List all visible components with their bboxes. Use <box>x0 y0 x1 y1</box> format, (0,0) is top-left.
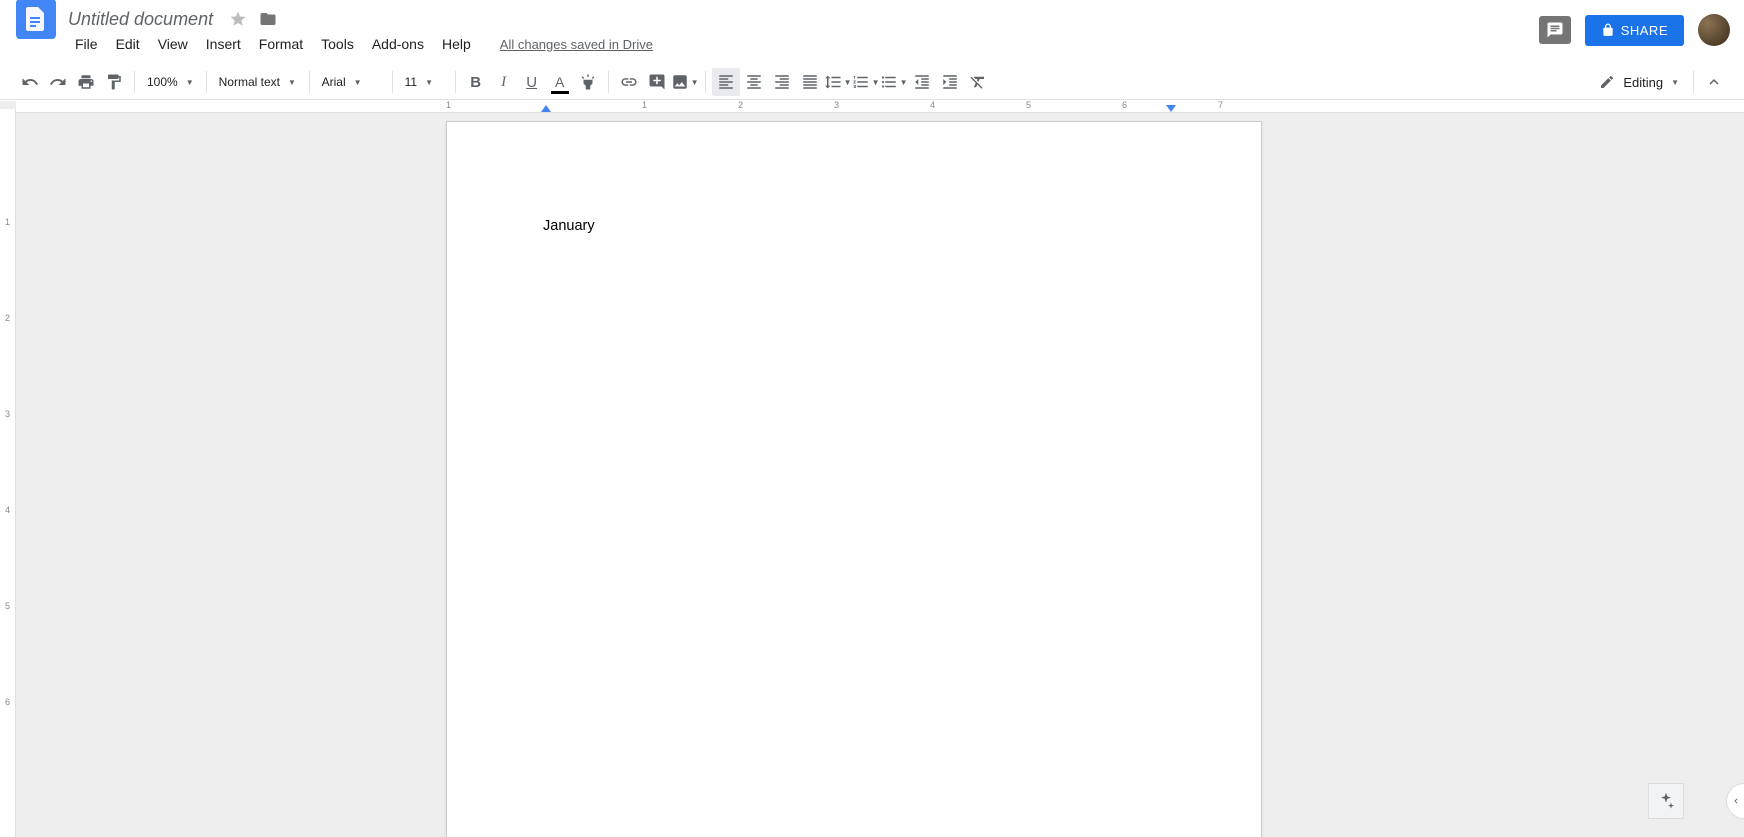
separator <box>309 71 310 93</box>
align-left-button[interactable] <box>712 68 740 96</box>
redo-button[interactable] <box>44 68 72 96</box>
line-spacing-button[interactable]: ▼ <box>824 68 852 96</box>
separator <box>1693 71 1694 93</box>
bulleted-list-button[interactable]: ▼ <box>880 68 908 96</box>
document-content[interactable]: January <box>447 122 1261 330</box>
chevron-down-icon: ▼ <box>872 78 880 87</box>
comment-button[interactable] <box>643 68 671 96</box>
undo-button[interactable] <box>16 68 44 96</box>
chevron-down-icon: ▼ <box>900 78 908 87</box>
ruler-left-indent-marker[interactable] <box>541 105 551 112</box>
separator <box>608 71 609 93</box>
menu-insert[interactable]: Insert <box>197 32 250 56</box>
folder-icon[interactable] <box>259 10 277 28</box>
chevron-down-icon: ▼ <box>288 78 296 87</box>
style-select[interactable]: Normal text▼ <box>213 75 303 89</box>
menu-format[interactable]: Format <box>250 32 312 56</box>
share-button[interactable]: SHARE <box>1585 15 1684 46</box>
menu-help[interactable]: Help <box>433 32 480 56</box>
lock-icon <box>1601 23 1615 37</box>
align-center-button[interactable] <box>740 68 768 96</box>
separator <box>392 71 393 93</box>
pencil-icon <box>1599 74 1615 90</box>
titlebar: Untitled document <box>0 0 1744 30</box>
clear-format-button[interactable] <box>964 68 992 96</box>
canvas-area: 1 1 2 3 4 5 6 7 1 2 3 4 5 6 January <box>0 101 1744 837</box>
separator <box>134 71 135 93</box>
chevron-down-icon: ▼ <box>354 78 362 87</box>
chevron-down-icon: ▼ <box>186 78 194 87</box>
link-button[interactable] <box>615 68 643 96</box>
fontsize-select[interactable]: 11▼ <box>399 75 449 89</box>
horizontal-ruler[interactable]: 1 1 2 3 4 5 6 7 <box>16 101 1744 113</box>
document-title[interactable]: Untitled document <box>68 9 213 30</box>
chevron-down-icon: ▼ <box>1671 78 1679 87</box>
bold-button[interactable]: B <box>462 68 490 96</box>
editing-mode-button[interactable]: Editing ▼ <box>1591 74 1687 90</box>
share-label: SHARE <box>1621 23 1668 38</box>
menu-tools[interactable]: Tools <box>312 32 363 56</box>
decrease-indent-button[interactable] <box>908 68 936 96</box>
star-icon[interactable] <box>229 10 247 28</box>
header-right: SHARE <box>1539 14 1730 46</box>
chevron-down-icon: ▼ <box>844 78 852 87</box>
menubar: File Edit View Insert Format Tools Add-o… <box>0 30 1744 58</box>
ruler-right-indent-marker[interactable] <box>1166 105 1176 112</box>
separator <box>206 71 207 93</box>
avatar[interactable] <box>1698 14 1730 46</box>
increase-indent-button[interactable] <box>936 68 964 96</box>
toolbar-right: Editing ▼ <box>1591 68 1728 96</box>
numbered-list-button[interactable]: ▼ <box>852 68 880 96</box>
document-page[interactable]: January <box>446 121 1262 837</box>
highlight-button[interactable] <box>574 68 602 96</box>
docs-logo[interactable] <box>16 0 56 39</box>
collapse-toolbar-button[interactable] <box>1700 68 1728 96</box>
font-select[interactable]: Arial▼ <box>316 75 386 89</box>
menu-edit[interactable]: Edit <box>107 32 149 56</box>
separator <box>705 71 706 93</box>
text-color-button[interactable]: A <box>546 68 574 96</box>
vertical-ruler[interactable]: 1 2 3 4 5 6 <box>0 109 16 837</box>
separator <box>455 71 456 93</box>
underline-button[interactable]: U <box>518 68 546 96</box>
save-status[interactable]: All changes saved in Drive <box>500 37 653 52</box>
align-right-button[interactable] <box>768 68 796 96</box>
image-button[interactable]: ▼ <box>671 68 699 96</box>
toolbar: 100%▼ Normal text▼ Arial▼ 11▼ B I U A ▼ … <box>0 64 1744 100</box>
chevron-down-icon: ▼ <box>691 78 699 87</box>
comments-button[interactable] <box>1539 16 1571 44</box>
menu-view[interactable]: View <box>149 32 197 56</box>
print-button[interactable] <box>72 68 100 96</box>
paint-format-button[interactable] <box>100 68 128 96</box>
align-justify-button[interactable] <box>796 68 824 96</box>
menu-file[interactable]: File <box>66 32 107 56</box>
explore-button[interactable] <box>1648 783 1684 819</box>
zoom-select[interactable]: 100%▼ <box>141 75 200 89</box>
chevron-down-icon: ▼ <box>425 78 433 87</box>
menu-addons[interactable]: Add-ons <box>363 32 433 56</box>
italic-button[interactable]: I <box>490 68 518 96</box>
